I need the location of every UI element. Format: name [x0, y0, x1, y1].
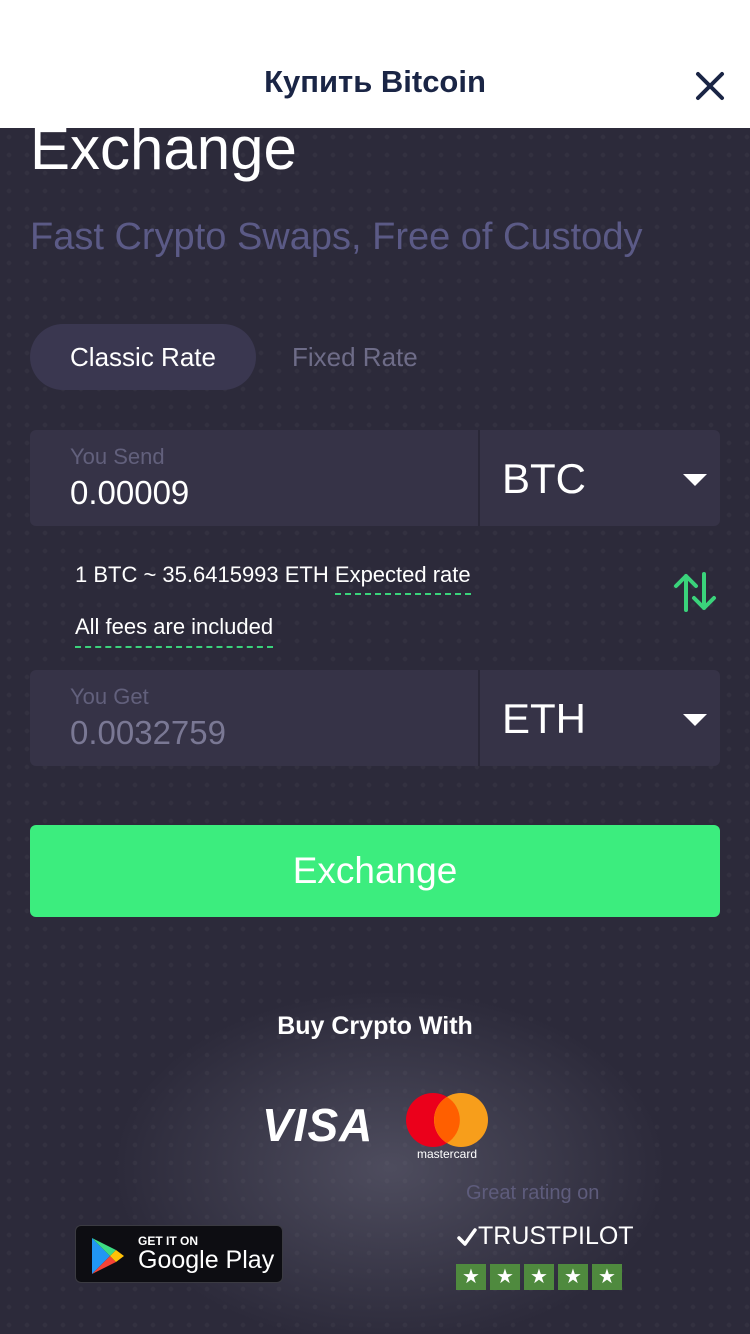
header-bar: Купить Bitcoin [0, 0, 750, 128]
star-icon: ★ [456, 1264, 486, 1290]
rating-label: Great rating on [466, 1182, 600, 1204]
hero-subtitle: Fast Crypto Swaps, Free of Custody [30, 216, 643, 258]
receive-label: You Get [70, 684, 149, 709]
buy-crypto-title: Buy Crypto With [277, 1012, 473, 1040]
tab-fixed-rate[interactable]: Fixed Rate [292, 324, 418, 390]
receive-amount-value: 0.0032759 [70, 714, 226, 751]
trustpilot-link[interactable]: TRUSTPILOT [456, 1222, 634, 1251]
exchange-panel: Exchange Fast Crypto Swaps, Free of Cust… [0, 128, 750, 1334]
star-icon: ★ [490, 1264, 520, 1290]
send-currency-code: BTC [502, 455, 586, 502]
visa-logo: VISA [262, 1099, 374, 1151]
close-button[interactable] [690, 66, 730, 106]
receive-currency-select[interactable]: ETH [480, 670, 720, 766]
tab-classic-rate[interactable]: Classic Rate [30, 324, 256, 390]
rate-type-tabs: Classic Rate Fixed Rate [30, 324, 450, 390]
caret-down-icon [683, 714, 707, 726]
fees-info-link[interactable]: All fees are included [75, 614, 274, 648]
send-currency-select[interactable]: BTC [480, 430, 720, 526]
google-play-icon [92, 1238, 124, 1274]
star-icon: ★ [524, 1264, 554, 1290]
swap-arrows-icon [674, 572, 716, 612]
page-title: Купить Bitcoin [264, 64, 486, 99]
send-field: You Send 0.00009 BTC [30, 430, 720, 526]
swap-currencies-button[interactable] [672, 570, 718, 614]
caret-down-icon [683, 474, 707, 486]
send-amount-value: 0.00009 [70, 474, 190, 511]
mastercard-logo: mastercard [406, 1093, 488, 1161]
google-play-badge[interactable]: GET IT ON Google Play [75, 1225, 283, 1283]
close-icon [696, 72, 724, 100]
exchange-button[interactable]: Exchange [30, 825, 720, 917]
receive-currency-code: ETH [502, 695, 586, 742]
trustpilot-stars: ★ ★ ★ ★ ★ [456, 1264, 622, 1290]
hero-title: Exchange [30, 128, 297, 182]
expected-rate-link[interactable]: Expected rate [334, 562, 471, 595]
mastercard-wordmark: mastercard [417, 1147, 477, 1161]
receive-field: You Get 0.0032759 ETH [30, 670, 720, 766]
star-icon: ★ [558, 1264, 588, 1290]
send-label: You Send [70, 444, 165, 469]
star-icon: ★ [592, 1264, 622, 1290]
send-amount-input[interactable]: You Send 0.00009 [30, 430, 478, 526]
trustpilot-brand: TRUSTPILOT [478, 1222, 634, 1250]
google-play-big-text: Google Play [138, 1246, 275, 1274]
exchange-rate-value: 1 BTC ~ 35.6415993 ETH [75, 562, 329, 587]
receive-amount-display: You Get 0.0032759 [30, 670, 478, 766]
checkmark-icon [457, 1227, 477, 1246]
exchange-rate: 1 BTC ~ 35.6415993 ETH Expected rate [75, 562, 471, 595]
